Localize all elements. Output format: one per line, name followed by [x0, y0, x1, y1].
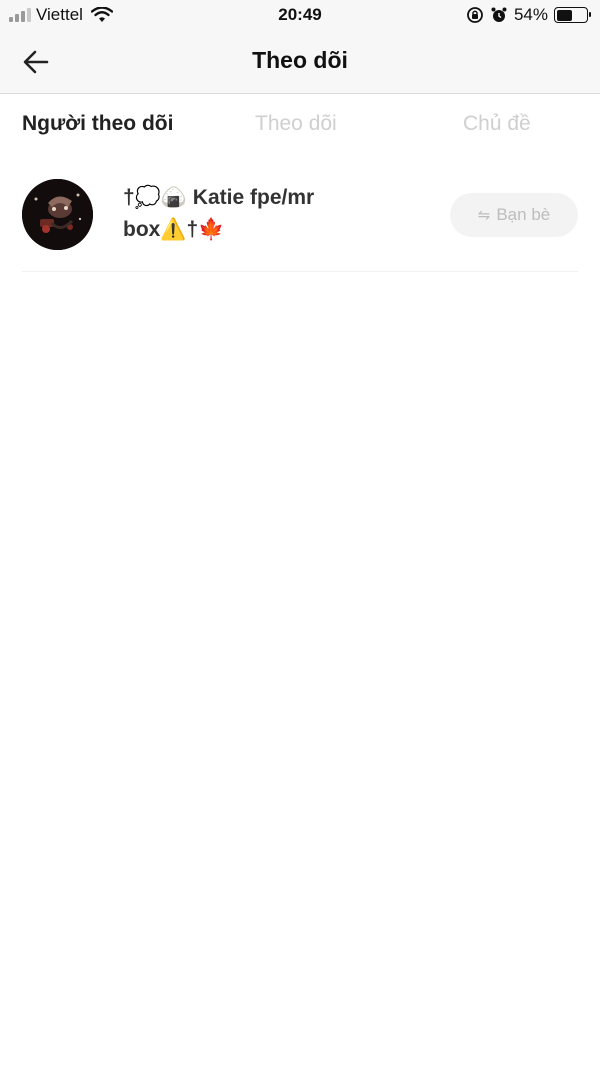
- friend-button[interactable]: ⇋ Bạn bè: [450, 193, 578, 237]
- status-bar-right: 54%: [466, 5, 591, 25]
- tab-bar: Người theo dõi Theo dõi Chủ đề: [0, 95, 600, 155]
- list-item[interactable]: †💭🍙 Katie fpe/mr box⚠️†🍁 ⇋ Bạn bè: [22, 160, 578, 272]
- battery-icon: [554, 7, 591, 23]
- swap-arrows-icon: ⇋: [477, 207, 491, 224]
- tab-followers[interactable]: Người theo dõi: [22, 112, 173, 136]
- nav-bar: Theo dõi: [0, 30, 600, 94]
- avatar-image: [22, 179, 93, 250]
- friend-button-label: Bạn bè: [496, 205, 551, 224]
- rotation-lock-icon: [467, 7, 483, 23]
- tab-following[interactable]: Theo dõi: [255, 112, 337, 136]
- battery-level: [556, 9, 573, 21]
- page-title: Theo dõi: [252, 47, 348, 73]
- user-name[interactable]: †💭🍙 Katie fpe/mr box⚠️†🍁: [123, 182, 353, 246]
- avatar[interactable]: [22, 179, 93, 250]
- battery-percent: 54%: [513, 5, 548, 24]
- tab-topics[interactable]: Chủ đề: [463, 112, 531, 136]
- status-bar: Viettel 20:49 54%: [0, 0, 600, 30]
- alarm-icon: [491, 7, 507, 22]
